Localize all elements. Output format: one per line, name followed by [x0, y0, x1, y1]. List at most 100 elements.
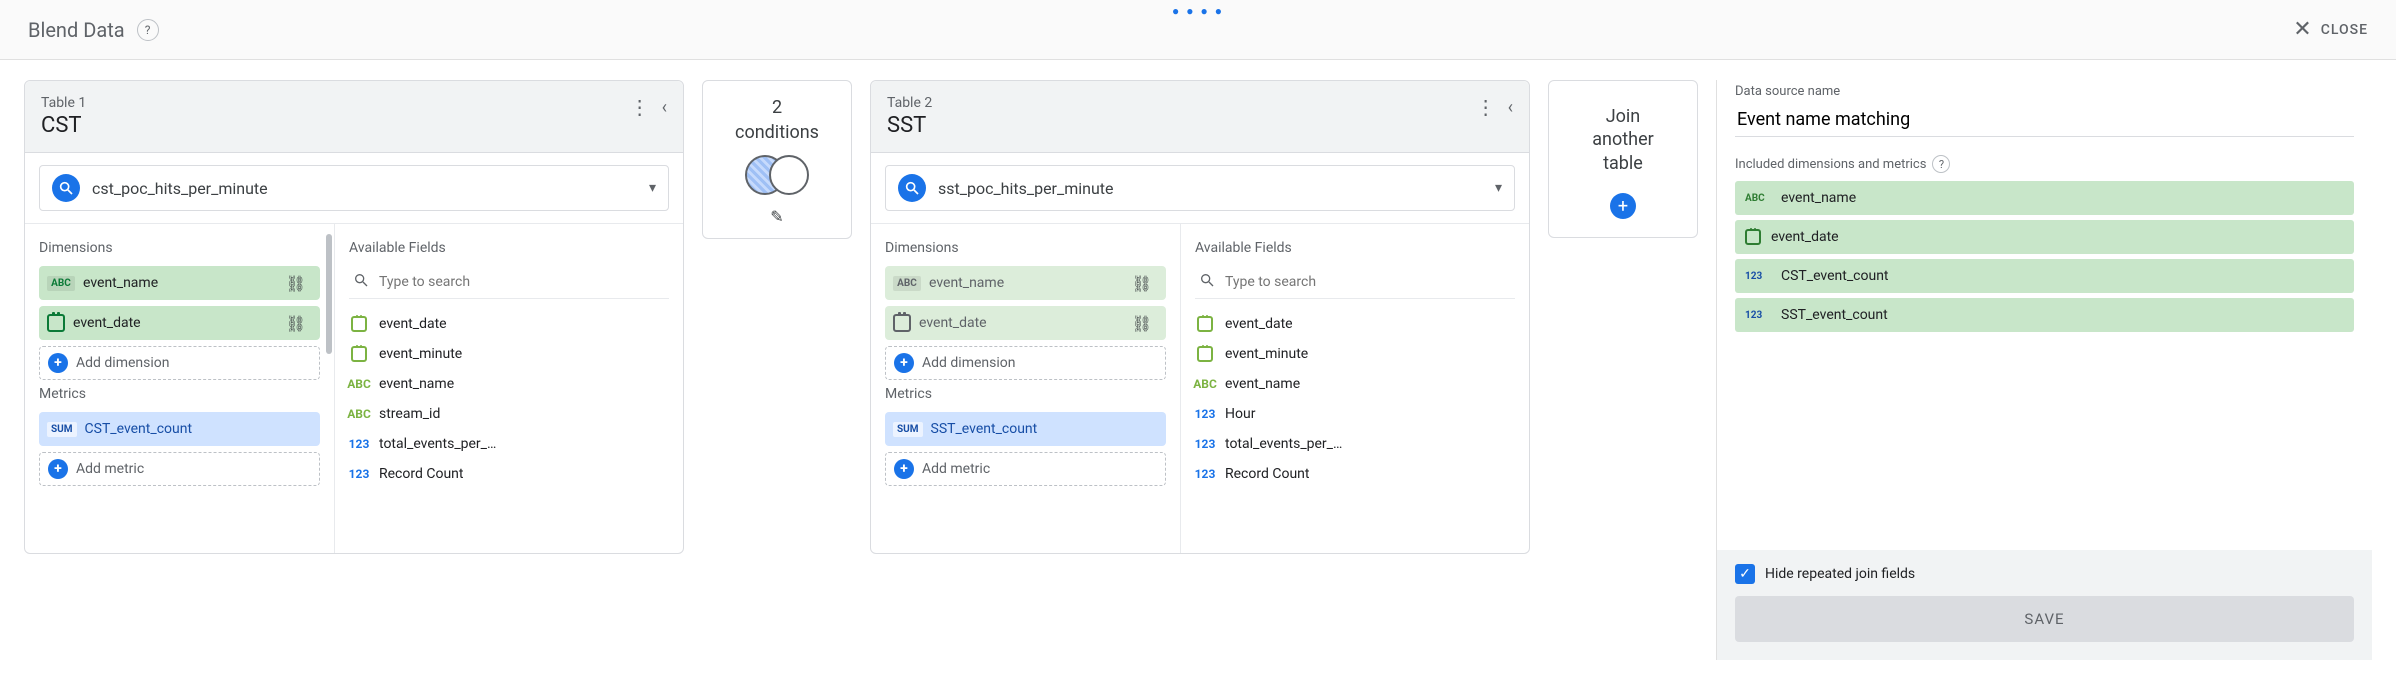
available-field-label: event_name — [379, 376, 454, 392]
text-icon: ABC — [1195, 377, 1215, 391]
dimensions-label: Dimensions — [885, 240, 1166, 256]
text-icon: ABC — [349, 407, 369, 421]
number-icon: 123 — [349, 467, 369, 481]
data-source-name-input[interactable] — [1735, 103, 2354, 137]
bigquery-icon — [898, 174, 926, 202]
hide-repeated-label: Hide repeated join fields — [1765, 566, 1915, 582]
text-type-icon: ABC — [1745, 193, 1771, 204]
help-icon[interactable]: ? — [1932, 155, 1950, 173]
text-type-icon: ABC — [47, 276, 75, 291]
join-another-line: Join — [1592, 105, 1653, 128]
available-field-label: Hour — [1225, 406, 1255, 422]
available-fields-search[interactable] — [379, 274, 665, 290]
add-metric-button[interactable]: + Add metric — [885, 452, 1166, 486]
table-2-index: Table 2 — [887, 95, 932, 111]
available-field[interactable]: ABC event_name — [1195, 369, 1515, 399]
table-2-fields-column: Dimensions ABC event_name ⛓ event_date ⛓… — [871, 224, 1181, 553]
edit-join-icon[interactable]: ✎ — [770, 207, 783, 226]
included-field-sst-event-count[interactable]: 123 SST_event_count — [1735, 298, 2354, 332]
table-1-source-select[interactable]: cst_poc_hits_per_minute ▾ — [39, 165, 669, 211]
available-field[interactable]: event_minute — [1195, 339, 1515, 369]
dimension-chip-event-name[interactable]: ABC event_name ⛓ — [39, 266, 320, 300]
table-1-head: Table 1 CST ⋮ ‹ — [25, 81, 683, 153]
metric-chip-sst-event-count[interactable]: SUM SST_event_count — [885, 412, 1166, 446]
available-field[interactable]: 123 Record Count — [349, 459, 669, 489]
dimension-chip-event-date[interactable]: event_date ⛓ — [39, 306, 320, 340]
dimension-chip-event-name[interactable]: ABC event_name ⛓ — [885, 266, 1166, 300]
chip-text: event_name — [1781, 190, 1856, 206]
add-dimension-button[interactable]: + Add dimension — [39, 346, 320, 380]
link-icon: ⛓ — [286, 274, 312, 293]
blend-settings-panel: Data source name Included dimensions and… — [1716, 80, 2372, 660]
page-title: Blend Data — [28, 18, 125, 42]
available-field[interactable]: event_date — [1195, 309, 1515, 339]
table-1-fields-column: Dimensions ABC event_name ⛓ event_date ⛓… — [25, 224, 335, 553]
available-field[interactable]: event_date — [349, 309, 669, 339]
checkbox-checked-icon[interactable]: ✓ — [1735, 564, 1755, 584]
add-dimension-label: Add dimension — [922, 355, 1015, 371]
chevron-down-icon: ▾ — [1495, 180, 1502, 196]
available-field-label: Record Count — [379, 466, 463, 482]
drag-handle-dots[interactable]: ● ● ● ● — [1172, 4, 1224, 18]
chip-text: CST_event_count — [1781, 268, 1889, 284]
join-conditions-card[interactable]: 2 conditions ✎ — [702, 80, 852, 239]
table-1-collapse-icon[interactable]: ‹ — [662, 97, 667, 118]
chip-text: event_date — [1771, 229, 1839, 245]
join-another-table-card[interactable]: Join another table + — [1548, 80, 1698, 238]
chip-text: SST_event_count — [1781, 307, 1888, 323]
calendar-icon — [893, 314, 911, 332]
available-field[interactable]: 123total_events_per_… — [1195, 429, 1515, 459]
table-2-source-select[interactable]: sst_poc_hits_per_minute ▾ — [885, 165, 1515, 211]
join-another-line: table — [1592, 152, 1653, 175]
table-2-name: SST — [887, 113, 932, 138]
date-icon — [1197, 346, 1213, 362]
available-field-label: total_events_per_… — [1225, 436, 1342, 452]
dimension-chip-event-date[interactable]: event_date ⛓ — [885, 306, 1166, 340]
add-dimension-label: Add dimension — [76, 355, 169, 371]
metric-chip-cst-event-count[interactable]: SUM CST_event_count — [39, 412, 320, 446]
table-1-menu-icon[interactable]: ⋮ — [630, 95, 650, 119]
link-icon: ⛓ — [286, 314, 312, 333]
chip-text: event_date — [73, 315, 141, 331]
close-button[interactable]: ✕ CLOSE — [2293, 17, 2368, 42]
number-type-icon: 123 — [1745, 310, 1771, 321]
help-icon[interactable]: ? — [137, 19, 159, 41]
available-fields-search[interactable] — [1225, 274, 1511, 290]
available-field[interactable]: 123Hour — [1195, 399, 1515, 429]
chip-text: CST_event_count — [85, 421, 193, 437]
save-button[interactable]: SAVE — [1735, 596, 2354, 642]
available-field[interactable]: event_minute — [349, 339, 669, 369]
close-label: CLOSE — [2321, 22, 2368, 38]
search-icon — [353, 272, 369, 292]
available-field[interactable]: ABCevent_name — [349, 369, 669, 399]
available-field-label: Record Count — [1225, 466, 1309, 482]
table-2-collapse-icon[interactable]: ‹ — [1508, 97, 1513, 118]
data-source-name-label: Data source name — [1735, 84, 2354, 99]
scrollbar-thumb[interactable] — [326, 234, 332, 354]
add-table-icon[interactable]: + — [1610, 193, 1636, 219]
included-field-cst-event-count[interactable]: 123 CST_event_count — [1735, 259, 2354, 293]
date-icon — [351, 316, 367, 332]
sum-type-icon: SUM — [47, 422, 77, 437]
number-icon: 123 — [1195, 467, 1215, 481]
calendar-icon — [47, 314, 65, 332]
hide-repeated-join-fields-row[interactable]: ✓ Hide repeated join fields — [1735, 564, 2354, 584]
available-field[interactable]: ABCstream_id — [349, 399, 669, 429]
available-field-label: total_events_per_… — [379, 436, 496, 452]
available-field[interactable]: 123 Record Count — [1195, 459, 1515, 489]
table-1-available-column: Available Fields event_date event_minute… — [335, 224, 683, 553]
add-metric-button[interactable]: + Add metric — [39, 452, 320, 486]
date-icon — [351, 346, 367, 362]
metrics-label: Metrics — [885, 386, 1166, 402]
table-2-card: Table 2 SST ⋮ ‹ sst_poc_hits_per_minute … — [870, 80, 1530, 554]
available-field[interactable]: 123total_events_per_… — [349, 429, 669, 459]
add-dimension-button[interactable]: + Add dimension — [885, 346, 1166, 380]
join-label: conditions — [735, 122, 819, 143]
included-field-event-date[interactable]: event_date — [1735, 220, 2354, 254]
available-fields-label: Available Fields — [349, 240, 669, 256]
chip-text: event_name — [929, 275, 1004, 291]
available-field-label: event_name — [1225, 376, 1300, 392]
table-2-menu-icon[interactable]: ⋮ — [1476, 95, 1496, 119]
included-field-event-name[interactable]: ABC event_name — [1735, 181, 2354, 215]
table-2-head: Table 2 SST ⋮ ‹ — [871, 81, 1529, 153]
